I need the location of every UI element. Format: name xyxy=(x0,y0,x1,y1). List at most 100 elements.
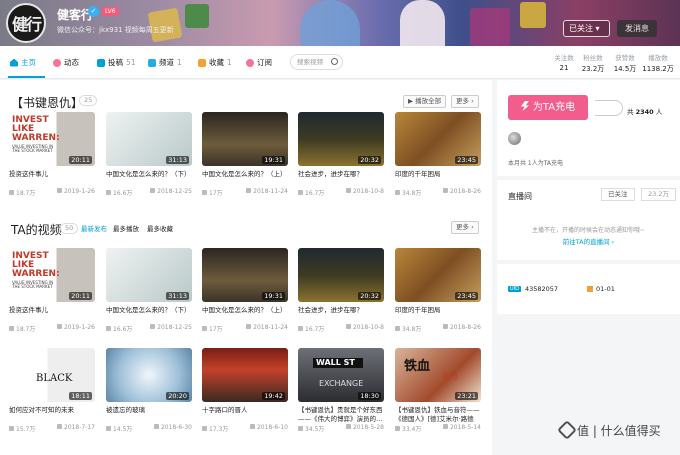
video-title[interactable]: 印度的千年困局 xyxy=(395,306,481,315)
video-card[interactable]: 31:13 中国文化是怎么来的？（下） 16.6万 2018-12-25 xyxy=(106,248,192,333)
tab-channel[interactable]: 频道 1 xyxy=(148,57,182,68)
video-card[interactable]: 18:30 WALL ST EXCHANGE 【书键恩仇】贵就是个好东西——《伟大的博… xyxy=(298,348,384,433)
video-thumbnail[interactable]: 23:21 铁血 音符 xyxy=(395,348,481,402)
tab-latest[interactable]: 最新发布 xyxy=(81,223,107,233)
channel-title[interactable]: 【书键恩仇】 xyxy=(11,94,83,111)
video-thumbnail[interactable]: 20:20 xyxy=(106,348,192,402)
video-card[interactable]: 19:31 中国文化是怎么来的？（上） 17万 2018-11-24 xyxy=(202,112,288,197)
video-card[interactable]: 20:32 社会进步，进步在哪？ 16.7万 2018-10-8 xyxy=(298,248,384,333)
video-thumbnail[interactable]: 20:32 xyxy=(298,248,384,302)
birthday-row: 01-01 xyxy=(587,285,615,293)
view-count: 18.7万 xyxy=(9,324,35,333)
video-card[interactable]: 23:21 铁血音符【书键恩仇】铁血与音符——《德国人》[德]艾米尔·路德维…33… xyxy=(395,348,481,433)
publish-date: 2019-1-26 xyxy=(56,324,95,333)
live-followers-count: 23.2万 xyxy=(641,188,676,201)
clock-icon xyxy=(56,188,62,193)
video-title[interactable]: 【书键恩仇】铁血与音符——《德国人》[德]艾米尔·路德维… xyxy=(395,406,481,424)
search-input[interactable]: 搜索视频 xyxy=(290,54,343,70)
video-meta: 16.6万 2018-12-25 xyxy=(106,188,192,197)
subscribe-icon xyxy=(246,58,254,67)
stat-fans[interactable]: 粉丝数 23.2万 xyxy=(579,52,607,74)
video-thumbnail[interactable]: 20:32 xyxy=(298,112,384,166)
video-title[interactable]: 中国文化是怎么来的？（上） xyxy=(202,170,288,179)
avatar[interactable]: 健行 xyxy=(6,3,46,43)
tab-favorites[interactable]: 收藏 1 xyxy=(198,57,232,68)
video-card[interactable]: 19:31 中国文化是怎么来的？（上） 17万 2018-11-24 xyxy=(202,248,288,333)
video-duration: 20:11 xyxy=(69,292,92,300)
video-title[interactable]: 投资这件事儿 xyxy=(9,306,95,315)
video-thumbnail[interactable]: 19:31 xyxy=(202,248,288,302)
video-card[interactable]: 20:11 INVEST LIKE WARREN: VALUE INVESTING … xyxy=(9,112,95,197)
video-title[interactable]: 【书键恩仇】贵就是个好东西——《伟大的博弈》演员的… xyxy=(298,406,384,424)
play-count-icon xyxy=(298,426,303,431)
video-card[interactable]: 23:45 印度的千年困局 34.8万 2018-8-26 xyxy=(395,112,481,197)
video-title[interactable]: 投资这件事儿 xyxy=(9,170,95,179)
live-followed-button[interactable]: 已关注 xyxy=(601,188,635,201)
message-button[interactable]: 发消息 xyxy=(617,20,657,37)
stat-following[interactable]: 关注数 21 xyxy=(550,52,578,72)
clock-icon xyxy=(442,324,448,329)
video-card[interactable]: 20:20 被遗忘的玻璃 14.5万 2018-6-30 xyxy=(106,348,192,433)
follow-button[interactable]: 已关注 ▾ xyxy=(563,20,610,37)
tab-uploads[interactable]: 投稿 51 xyxy=(97,57,136,68)
tab-dynamic[interactable]: 动态 xyxy=(53,57,79,68)
video-title[interactable]: 被遗忘的玻璃 xyxy=(106,406,192,415)
thumbnail-caption: INVEST LIKE WARREN: VALUE INVESTING IN TH… xyxy=(12,252,60,289)
video-title[interactable]: 中国文化是怎么来的？（下） xyxy=(106,170,192,179)
thumb-invest-sub: VALUE INVESTING IN THE STOCK MARKET xyxy=(12,280,54,289)
video-card[interactable]: 19:42 十字路口的晋人 17.3万 2018-6-10 xyxy=(202,348,288,433)
month-charge-text: 本月共 1人为TA充电 xyxy=(508,160,564,167)
video-duration: 18:11 xyxy=(69,392,92,400)
video-title[interactable]: 中国文化是怎么来的？（下） xyxy=(106,306,192,315)
clock-icon xyxy=(150,324,156,329)
video-title[interactable]: 社会进步，进步在哪？ xyxy=(298,170,384,179)
video-title[interactable]: 社会进步，进步在哪？ xyxy=(298,306,384,315)
live-room-link[interactable]: 前往TA的直播间 › xyxy=(497,236,680,246)
video-card[interactable]: 18:11 BLACK 如何应对不可知的未来 15.7万 2018-7-17 xyxy=(9,348,95,433)
video-thumbnail[interactable]: 31:13 xyxy=(106,248,192,302)
play-all-button[interactable]: ▶ 播放全部 xyxy=(403,95,447,108)
video-meta: 34.8万 2018-8-26 xyxy=(395,188,481,197)
video-card[interactable]: 23:45 印度的千年困局 34.8万 2018-8-26 xyxy=(395,248,481,333)
video-title[interactable]: 如何应对不可知的未来 xyxy=(9,406,95,415)
video-meta: 17万 2018-11-24 xyxy=(202,324,288,333)
space-nav-bar: 主页 动态 投稿 51 频道 1 收藏 1 订阅 搜索视频 关注数 21 粉丝数 2… xyxy=(0,46,680,79)
video-card[interactable]: 20:11 INVEST LIKE WARREN: VALUE INVESTING … xyxy=(9,248,95,333)
video-thumbnail[interactable]: 23:45 xyxy=(395,112,481,166)
tab-home[interactable]: 主页 xyxy=(10,57,36,68)
charge-button[interactable]: 为TA充电 xyxy=(508,95,588,120)
video-thumbnail[interactable]: 23:45 xyxy=(395,248,481,302)
thumb-exchange: EXCHANGE xyxy=(319,379,364,388)
dynamic-icon xyxy=(53,58,61,67)
video-thumbnail[interactable]: 19:31 xyxy=(202,112,288,166)
video-card[interactable]: 20:32 社会进步，进步在哪？ 16.7万 2018-10-8 xyxy=(298,112,384,197)
clock-icon xyxy=(442,424,448,429)
tab-most-played[interactable]: 最多播放 xyxy=(113,223,139,233)
upload-icon xyxy=(97,58,105,67)
video-thumbnail[interactable]: 18:11 BLACK xyxy=(9,348,95,402)
publish-date: 2018-7-17 xyxy=(56,424,95,433)
more-button[interactable]: 更多 › xyxy=(451,221,479,234)
video-card[interactable]: 31:13 中国文化是怎么来的？（下） 16.6万 2018-12-25 xyxy=(106,112,192,197)
video-meta: 14.5万 2018-6-30 xyxy=(106,424,192,433)
play-count-icon xyxy=(395,426,400,431)
video-meta: 16.6万 2018-12-25 xyxy=(106,324,192,333)
video-duration: 20:11 xyxy=(69,156,92,164)
video-thumbnail[interactable]: 20:11 INVEST LIKE WARREN: VALUE INVESTING … xyxy=(9,248,95,302)
video-thumbnail[interactable]: 18:30 WALL ST EXCHANGE xyxy=(298,348,384,402)
tab-most-favorited[interactable]: 最多收藏 xyxy=(147,223,173,233)
video-thumbnail[interactable]: 31:13 xyxy=(106,112,192,166)
tab-subscribe[interactable]: 订阅 xyxy=(246,57,272,68)
view-count: 33.4万 xyxy=(395,424,421,433)
play-count-icon xyxy=(395,190,400,195)
charger-avatar[interactable] xyxy=(508,132,521,145)
publish-date: 2018-12-25 xyxy=(150,188,192,197)
video-title[interactable]: 印度的千年困局 xyxy=(395,170,481,179)
video-thumbnail[interactable]: 20:11 INVEST LIKE WARREN: VALUE INVESTING … xyxy=(9,112,95,166)
video-thumbnail[interactable]: 19:42 xyxy=(202,348,288,402)
search-icon[interactable] xyxy=(331,58,338,65)
video-title[interactable]: 十字路口的晋人 xyxy=(202,406,288,415)
video-title[interactable]: 中国文化是怎么来的？（上） xyxy=(202,306,288,315)
more-button[interactable]: 更多 › xyxy=(451,95,479,108)
uid-row: UID 43582057 xyxy=(508,285,558,293)
